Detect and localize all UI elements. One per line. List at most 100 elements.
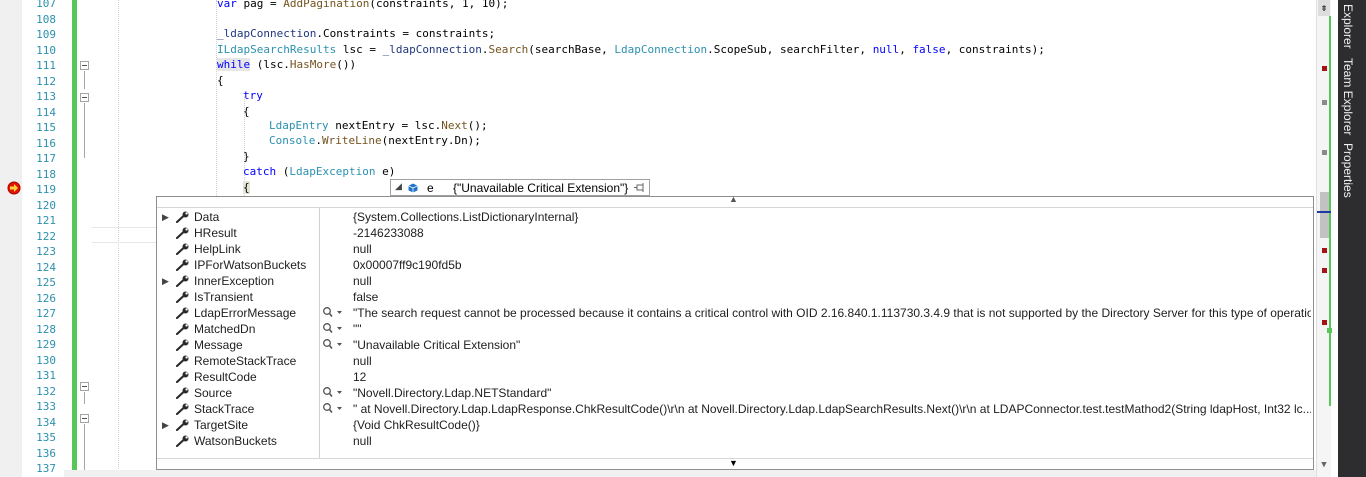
line-number: 123	[36, 245, 56, 258]
code-line-115: LdapEntry nextEntry = lsc.Next();	[269, 119, 488, 132]
datatip-row[interactable]: Message "Unavailable Critical Extension"	[157, 337, 1313, 353]
expand-arrow-icon[interactable]: ▶	[162, 209, 169, 225]
code-line-118: catch (LdapException e)	[243, 165, 396, 178]
property-wrench-icon	[175, 211, 190, 224]
pin-icon[interactable]	[634, 182, 646, 193]
datatip-row[interactable]: ▶ TargetSite {Void ChkResultCode()}	[157, 417, 1313, 433]
editor-horizontal-scrollbar[interactable]	[64, 470, 1316, 477]
datatip-row[interactable]: LdapErrorMessage "The search request cann…	[157, 305, 1313, 321]
line-number: 127	[36, 307, 56, 320]
property-value[interactable]: null	[353, 273, 1311, 289]
code-line-113: try	[243, 89, 263, 102]
datatip-row[interactable]: ▶ InnerException null	[157, 273, 1313, 289]
scrollmap-caret-line	[1317, 211, 1331, 213]
code-line-111: while (lsc.HasMore())	[217, 58, 357, 71]
expand-arrow-icon[interactable]: ▶	[162, 273, 169, 289]
property-wrench-icon	[175, 291, 190, 304]
line-number: 108	[36, 12, 56, 26]
scroll-up-arrow-icon[interactable]: ▲	[729, 194, 738, 204]
property-name: TargetSite	[194, 418, 249, 432]
line-number: 118	[36, 167, 56, 181]
property-name: LdapErrorMessage	[194, 306, 297, 320]
property-name: RemoteStackTrace	[194, 354, 297, 368]
property-value[interactable]: -2146233088	[353, 225, 1311, 241]
datatip-panel[interactable]: ▲ ▶ Data {System.Collections.ListDictionar…	[156, 194, 1314, 470]
expand-arrow-icon[interactable]: ▶	[162, 417, 169, 433]
property-value[interactable]: 12	[353, 369, 1311, 385]
property-value[interactable]: null	[353, 241, 1311, 257]
scroll-down-arrow-icon[interactable]: ▼	[729, 458, 738, 468]
property-value[interactable]: "The search request cannot be processed …	[353, 305, 1311, 321]
scrollmap-marker	[1322, 320, 1327, 325]
property-value[interactable]: "Novell.Directory.Ldap.NETStandard"	[353, 385, 1311, 401]
code-line-110: ILdapSearchResults lsc = _ldapConnection…	[217, 43, 1045, 56]
line-number: 116	[36, 136, 56, 150]
datatip-row[interactable]: RemoteStackTrace null	[157, 353, 1313, 369]
line-number: 111	[36, 59, 56, 72]
tab-properties[interactable]: Properties	[1341, 143, 1355, 198]
property-value[interactable]: " at Novell.Directory.Ldap.LdapResponse.…	[353, 401, 1311, 417]
property-value[interactable]: ""	[353, 321, 1311, 337]
line-number: 117	[36, 152, 56, 165]
datatip-row[interactable]: IPForWatsonBuckets 0x00007ff9c190fd5b	[157, 257, 1313, 273]
datatip-header[interactable]: ◢ e {"Unavailable Critical Extension"}	[390, 179, 650, 196]
datatip-row[interactable]: HResult -2146233088	[157, 225, 1313, 241]
line-number: 126	[36, 291, 56, 305]
property-value[interactable]: {System.Collections.ListDictionaryIntern…	[353, 209, 1311, 225]
datatip-row[interactable]: HelpLink null	[157, 241, 1313, 257]
visualizer-magnifier-icon[interactable]	[322, 402, 344, 416]
line-number: 113	[36, 90, 56, 103]
scroll-down-icon[interactable]: ▼	[1318, 460, 1330, 470]
property-value[interactable]: null	[353, 433, 1311, 449]
change-tracking-bar	[72, 0, 77, 477]
property-value[interactable]: 0x00007ff9c190fd5b	[353, 257, 1311, 273]
property-value[interactable]: null	[353, 353, 1311, 369]
breakpoint-gutter[interactable]	[0, 0, 22, 477]
datatip-row[interactable]: IsTransient false	[157, 289, 1313, 305]
line-number: 132	[36, 384, 56, 398]
collapse-toggle-line-134[interactable]	[80, 414, 89, 423]
split-editor-icon[interactable]: ⇟	[1318, 0, 1330, 16]
datatip-collapse-arrow-icon[interactable]: ◢	[395, 181, 402, 192]
property-name: Message	[194, 338, 243, 352]
property-name: WatsonBuckets	[194, 434, 277, 448]
datatip-row[interactable]: MatchedDn ""	[157, 321, 1313, 337]
visualizer-magnifier-icon[interactable]	[322, 306, 344, 320]
property-wrench-icon	[175, 355, 190, 368]
datatip-row[interactable]: ResultCode 12	[157, 369, 1313, 385]
datatip-row[interactable]: Source "Novell.Directory.Ldap.NETStandard…	[157, 385, 1313, 401]
datatip-variable-name: e	[427, 181, 434, 195]
datatip-scroll-up[interactable]: ▲	[157, 194, 1313, 208]
tab-solution-explorer[interactable]: Explorer	[1341, 4, 1355, 49]
property-wrench-icon	[175, 259, 190, 272]
collapse-toggle-line-132[interactable]	[80, 382, 89, 391]
tab-team-explorer[interactable]: Team Explorer	[1341, 58, 1355, 135]
code-line-114: {	[243, 105, 250, 118]
line-number: 134	[36, 415, 56, 429]
collapse-toggle-try[interactable]	[80, 93, 89, 102]
property-value[interactable]: false	[353, 289, 1311, 305]
current-statement-arrow-icon	[7, 181, 21, 195]
property-name: MatchedDn	[194, 322, 256, 336]
line-number: 110	[36, 43, 56, 57]
datatip-row[interactable]: ▶ Data {System.Collections.ListDictionaryI…	[157, 209, 1313, 225]
property-name: InnerException	[194, 274, 275, 288]
side-tool-tabs: Explorer Team Explorer Properties	[1338, 0, 1366, 477]
visualizer-magnifier-icon[interactable]	[322, 338, 344, 352]
property-value[interactable]: "Unavailable Critical Extension"	[353, 337, 1311, 353]
scrollbar-thumb[interactable]	[1320, 192, 1329, 238]
outlining-margin[interactable]	[78, 0, 92, 477]
property-name: IsTransient	[194, 290, 253, 304]
outline-line	[84, 71, 85, 89]
line-numbers: 107 108 109 110 111 112 113 114 115 116 117 118 119 1…	[22, 0, 64, 477]
datatip-row[interactable]: WatsonBuckets null	[157, 433, 1313, 449]
collapse-toggle-while[interactable]	[80, 61, 89, 70]
datatip-row[interactable]: StackTrace " at Novell.Directory.Ldap.Lda…	[157, 401, 1313, 417]
editor-vertical-scrollbar[interactable]: ⇟ ▼	[1316, 0, 1332, 477]
line-number: 122	[36, 229, 56, 243]
visualizer-magnifier-icon[interactable]	[322, 322, 344, 336]
property-value[interactable]: {Void ChkResultCode()}	[353, 417, 1311, 433]
datatip-scroll-down[interactable]: ▼	[157, 458, 1313, 469]
visualizer-magnifier-icon[interactable]	[322, 386, 344, 400]
property-wrench-icon	[175, 275, 190, 288]
